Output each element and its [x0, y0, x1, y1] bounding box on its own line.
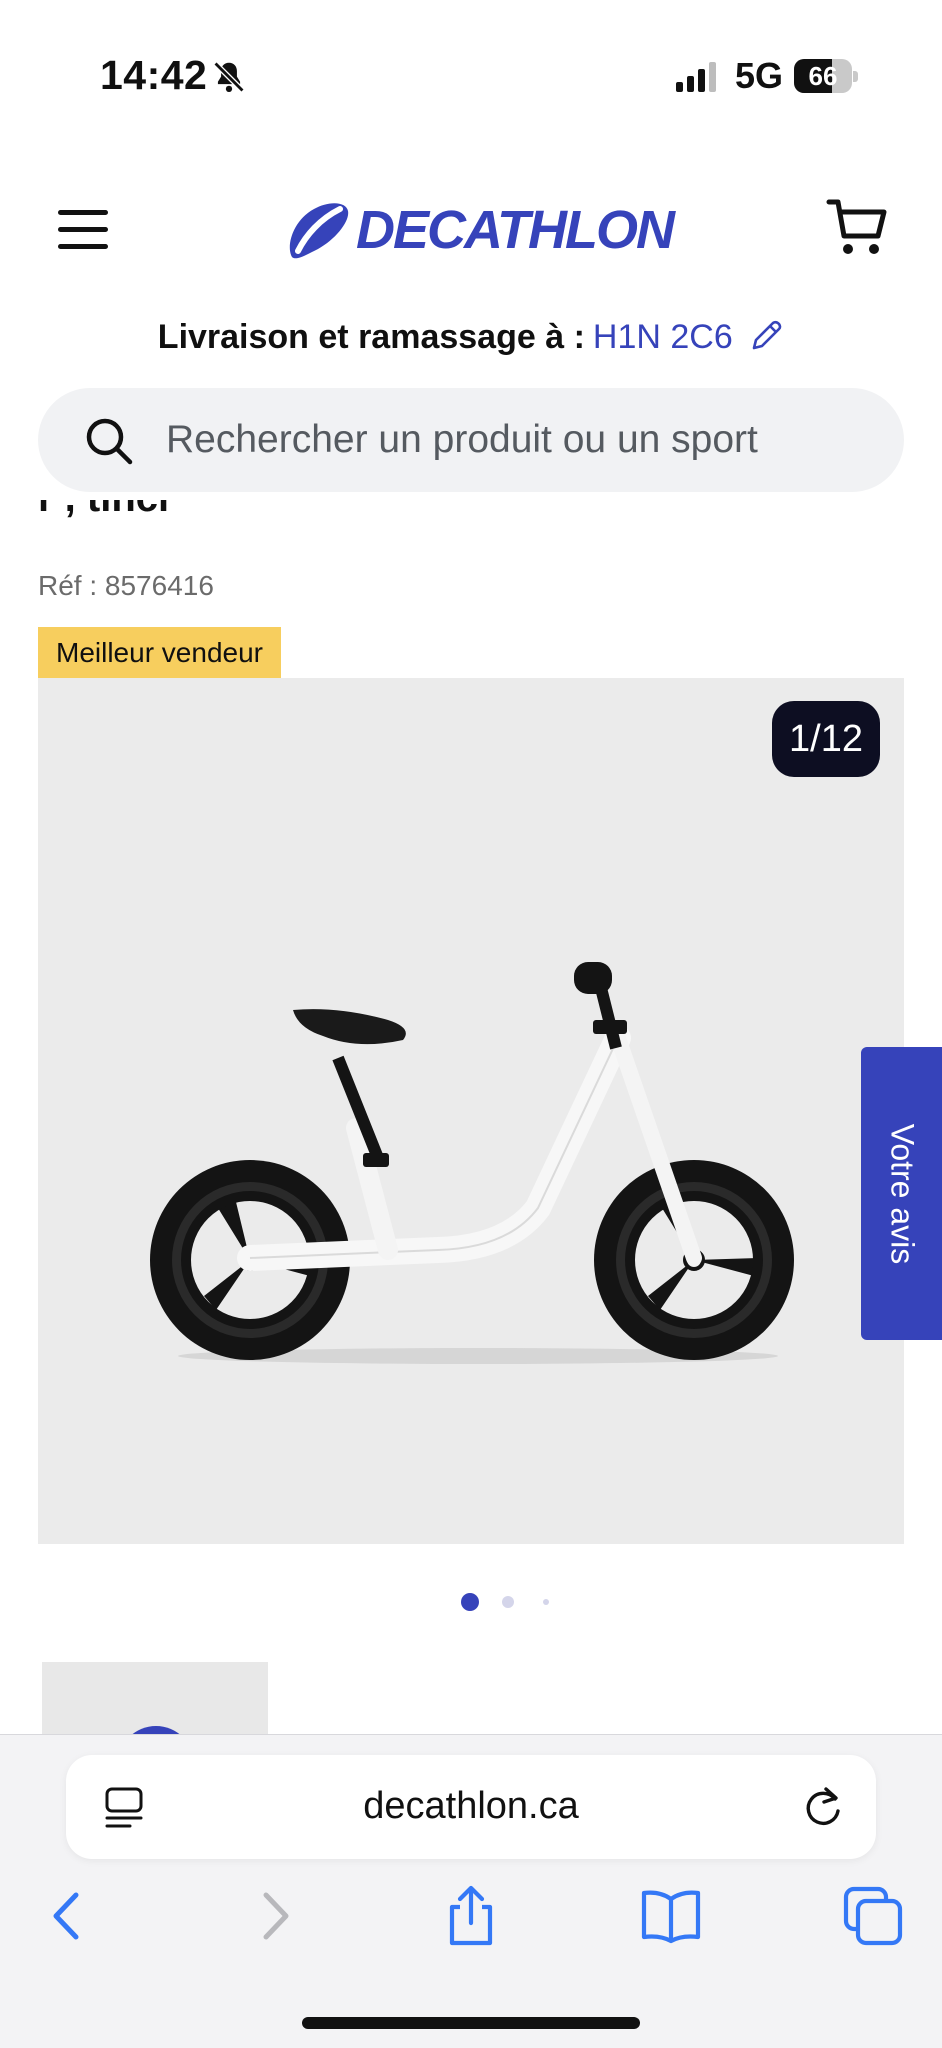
home-indicator	[302, 2017, 640, 2029]
address-bar[interactable]: decathlon.ca	[66, 1755, 876, 1859]
bell-muted-icon	[213, 61, 245, 93]
gallery-pagination[interactable]	[0, 1590, 942, 1614]
delivery-label: Livraison et ramassage à :	[157, 318, 585, 356]
url-text[interactable]: decathlon.ca	[66, 1785, 876, 1828]
feedback-tab-label: Votre avis	[884, 1123, 920, 1264]
tabs-icon[interactable]	[842, 1885, 904, 1947]
feedback-tab[interactable]: Votre avis	[861, 1047, 942, 1340]
cart-icon[interactable]	[826, 196, 888, 258]
delivery-location[interactable]: Livraison et ramassage à : H1N 2C6	[0, 318, 942, 357]
pagination-dot[interactable]	[502, 1596, 514, 1608]
logo-mark-icon	[289, 203, 349, 259]
pagination-dot[interactable]	[543, 1599, 549, 1605]
reload-icon[interactable]	[802, 1785, 844, 1829]
product-reference: Réf : 8576416	[38, 570, 214, 601]
bookmarks-icon[interactable]	[640, 1885, 702, 1947]
status-time: 14:42	[100, 52, 208, 98]
status-bar: 14:42 5G 66	[0, 0, 942, 150]
balance-bike-image	[150, 962, 794, 1364]
product-image-gallery[interactable]: 1/12	[38, 678, 904, 1544]
network-label: 5G	[735, 55, 784, 96]
pencil-edit-icon[interactable]	[748, 318, 784, 354]
search-icon	[86, 418, 133, 465]
share-icon[interactable]	[440, 1885, 502, 1947]
signal-icon	[676, 62, 716, 92]
pagination-dot-active[interactable]	[461, 1593, 479, 1611]
decathlon-logo[interactable]: DECATHLON	[284, 198, 675, 262]
search-bar[interactable]: Rechercher un produit ou un sport	[38, 388, 904, 492]
battery-level: 66	[808, 61, 838, 91]
postal-code[interactable]: H1N 2C6	[593, 318, 733, 356]
image-counter: 1/12	[772, 701, 880, 777]
product-thumbnail[interactable]	[42, 1662, 268, 1736]
logo-text: DECATHLON	[356, 200, 675, 260]
browser-toolbar: decathlon.ca	[0, 1734, 942, 2048]
back-icon[interactable]	[38, 1885, 100, 1947]
search-input[interactable]: Rechercher un produit ou un sport	[166, 418, 758, 462]
battery-icon: 66	[794, 59, 858, 93]
hamburger-menu-icon[interactable]	[58, 210, 110, 250]
forward-icon[interactable]	[242, 1885, 304, 1947]
best-seller-badge: Meilleur vendeur	[38, 627, 281, 678]
product-title-partial: r , tinci	[38, 500, 169, 540]
